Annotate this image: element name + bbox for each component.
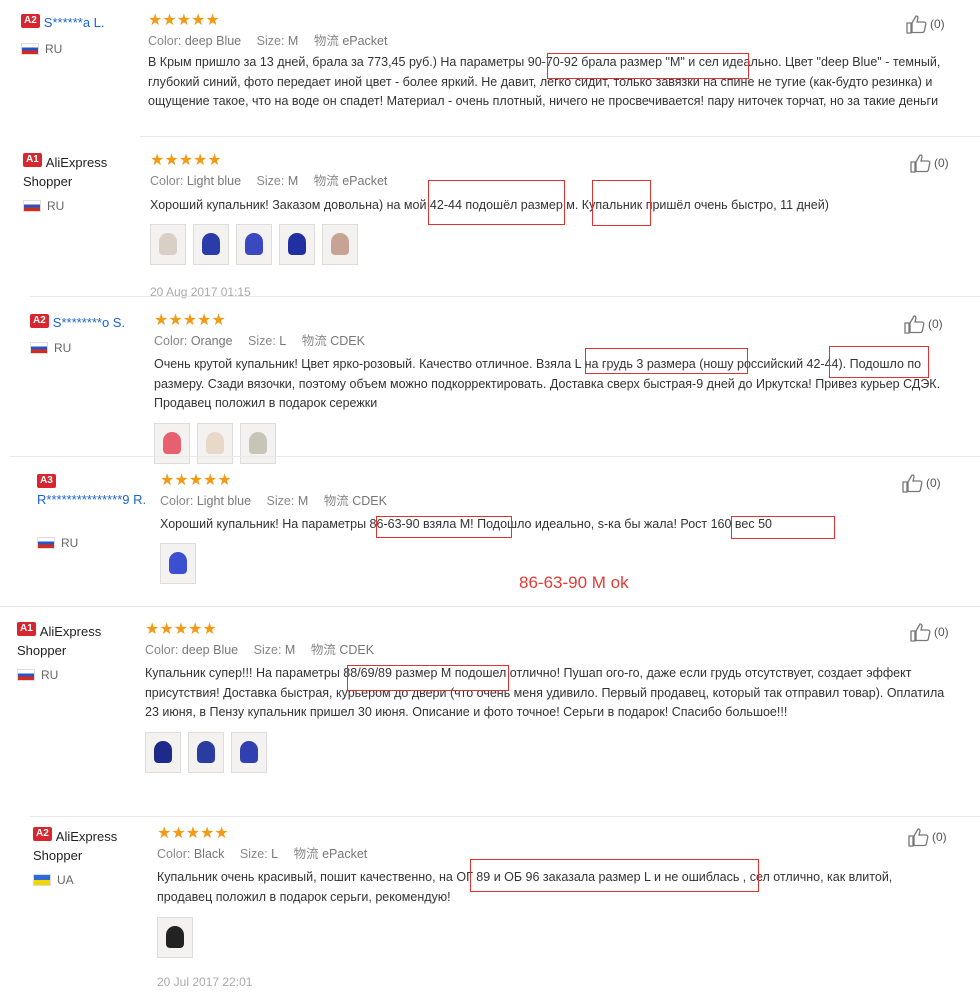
review-photo[interactable] — [231, 731, 267, 773]
thumbs-up-icon — [910, 623, 931, 642]
thumbs-up-icon — [908, 828, 929, 847]
flag-ru-icon — [37, 537, 55, 549]
review-text: Купальник очень красивый, пошит качестве… — [157, 870, 893, 904]
review-photo[interactable] — [193, 223, 229, 265]
like-button[interactable]: (0) — [910, 622, 949, 642]
rating-stars: ★★★★★ — [148, 12, 220, 29]
country: UA — [33, 873, 74, 887]
country: RU — [17, 668, 58, 682]
reviewer-name[interactable]: R***************9 R. — [37, 492, 162, 508]
flag-ru-icon — [17, 669, 35, 681]
like-button[interactable]: (0) — [906, 14, 945, 34]
like-count: (0) — [934, 156, 949, 170]
country: RU — [30, 341, 71, 355]
review-text: Купальник супер!!! На параметры 88/69/89… — [145, 666, 945, 719]
flag-ua-icon — [33, 874, 51, 886]
review-content: ★★★★★ Color: Light blue Size: M 物流 ePack… — [150, 153, 950, 265]
review-text: Очень крутой купальник! Цвет ярко-розовы… — [154, 357, 941, 410]
flag-ru-icon — [23, 200, 41, 212]
like-count: (0) — [928, 317, 943, 331]
product-attributes: Color: Orange Size: L 物流 CDEK — [154, 334, 365, 348]
review-photo[interactable] — [157, 917, 193, 958]
rating-stars: ★★★★★ — [150, 152, 222, 169]
review-content: ★★★★★ Color: Black Size: L 物流 ePacket Ку… — [157, 826, 937, 958]
review-content: ★★★★★ Color: deep Blue Size: M 物流 ePacke… — [148, 13, 953, 111]
review-photos — [145, 731, 950, 773]
review-photo[interactable] — [236, 223, 272, 265]
level-badge: A2 — [21, 14, 40, 28]
review-photo[interactable] — [188, 731, 224, 773]
rating-stars: ★★★★★ — [154, 312, 226, 329]
review-content: ★★★★★ Color: deep Blue Size: M 物流 CDEK К… — [145, 622, 950, 773]
thumbs-up-icon — [904, 315, 925, 334]
review-text: Хороший купальник! На параметры 86-63-90… — [160, 517, 773, 531]
level-badge: A1 — [23, 153, 42, 167]
review-content: ★★★★★ Color: Light blue Size: M 物流 CDEK … — [160, 473, 950, 584]
review-6: A2 AliExpress Shopper UA ★★★★★ Color: Bla… — [0, 817, 980, 1000]
like-count: (0) — [932, 830, 947, 844]
thumbs-up-icon — [902, 474, 923, 493]
review-photos — [150, 223, 950, 265]
rating-stars: ★★★★★ — [160, 472, 232, 489]
review-photo[interactable] — [160, 542, 196, 584]
like-count: (0) — [930, 17, 945, 31]
review-photo[interactable] — [279, 223, 315, 265]
like-count: (0) — [926, 476, 941, 490]
flag-ru-icon — [30, 342, 48, 354]
review-text: Хороший купальник! Заказом довольна) на … — [150, 198, 829, 212]
country: RU — [37, 536, 78, 550]
country: RU — [23, 199, 64, 213]
rating-stars: ★★★★★ — [157, 825, 229, 842]
review-4: A3 R***************9 R. RU ★★★★★ Color: … — [0, 457, 980, 607]
reviewer: A2 AliExpress Shopper — [33, 827, 158, 865]
like-button[interactable]: (0) — [904, 314, 943, 334]
country: RU — [21, 42, 62, 56]
like-button[interactable]: (0) — [908, 827, 947, 847]
level-badge: A2 — [30, 314, 49, 328]
reviewer: A3 R***************9 R. — [37, 474, 162, 508]
product-attributes: Color: Light blue Size: M 物流 CDEK — [160, 494, 387, 508]
review-photo[interactable] — [322, 223, 358, 265]
rating-stars: ★★★★★ — [145, 621, 217, 638]
level-badge: A2 — [33, 827, 52, 841]
thumbs-up-icon — [910, 154, 931, 173]
reviewer: A1 AliExpress Shopper — [23, 153, 148, 191]
review-date: 20 Jul 2017 22:01 — [157, 975, 253, 989]
review-text: В Крым пришло за 13 дней, брала за 773,4… — [148, 55, 941, 108]
thumbs-up-icon — [906, 15, 927, 34]
level-badge: A3 — [37, 474, 56, 488]
review-photo[interactable] — [145, 731, 181, 773]
review-photos — [157, 917, 937, 958]
product-attributes: Color: deep Blue Size: M 物流 ePacket — [148, 34, 388, 48]
reviewer-name[interactable]: S********o S. — [53, 315, 125, 330]
review-photo[interactable] — [150, 223, 186, 265]
reviewer: A2 S********o S. — [30, 314, 155, 332]
reviewer-name[interactable]: S******a L. — [44, 15, 105, 30]
review-1: A2 S******a L. RU ★★★★★ Color: deep Blue … — [0, 0, 980, 137]
reviewer: A1 AliExpress Shopper — [17, 622, 142, 660]
product-attributes: Color: deep Blue Size: M 物流 CDEK — [145, 643, 375, 657]
reviewer: A2 S******a L. — [21, 14, 146, 32]
like-button[interactable]: (0) — [902, 473, 941, 493]
product-attributes: Color: Black Size: L 物流 ePacket — [157, 847, 368, 861]
flag-ru-icon — [21, 43, 39, 55]
handwritten-annotation: 86-63-90 M ok — [519, 573, 629, 592]
review-content: ★★★★★ Color: Orange Size: L 物流 CDEK Очен… — [154, 313, 944, 464]
level-badge: A1 — [17, 622, 36, 636]
like-count: (0) — [934, 625, 949, 639]
like-button[interactable]: (0) — [910, 153, 949, 173]
review-2: A1 AliExpress Shopper RU ★★★★★ Color: Lig… — [0, 137, 980, 299]
review-5: A1 AliExpress Shopper RU ★★★★★ Color: dee… — [0, 607, 980, 817]
product-attributes: Color: Light blue Size: M 物流 ePacket — [150, 174, 388, 188]
review-3: A2 S********o S. RU ★★★★★ Color: Orange S… — [0, 297, 980, 464]
